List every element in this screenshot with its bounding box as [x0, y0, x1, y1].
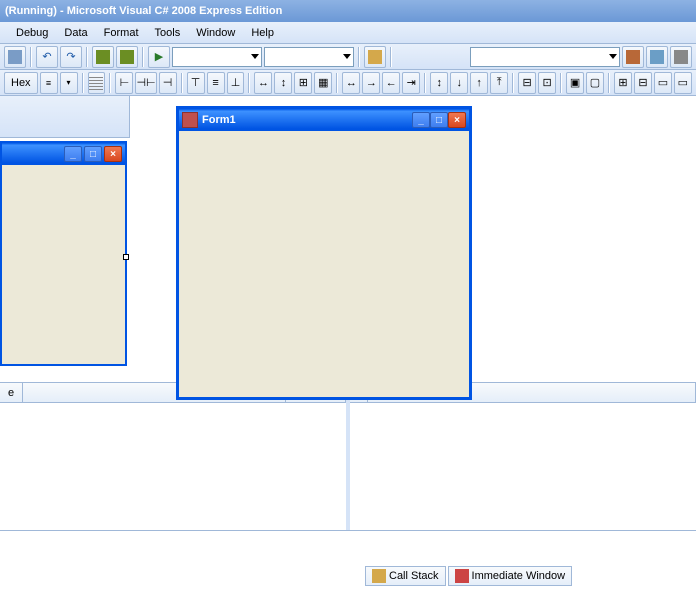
tab-call-stack[interactable]: Call Stack — [365, 566, 446, 586]
menu-format[interactable]: Format — [96, 25, 147, 41]
tab-immediate[interactable]: Immediate Window — [448, 566, 573, 586]
form-titlebar[interactable]: Form1 _ □ × — [179, 109, 469, 131]
comment-icon[interactable] — [92, 46, 114, 68]
center-v-icon[interactable]: ⊡ — [538, 72, 556, 94]
size-grid-icon[interactable]: ▦ — [314, 72, 332, 94]
status-area — [0, 530, 696, 590]
designer-form-window[interactable]: _ □ × — [0, 141, 127, 366]
maximize-icon[interactable]: □ — [84, 146, 102, 162]
layout-icon[interactable]: ▭ — [654, 72, 672, 94]
menu-data[interactable]: Data — [56, 25, 95, 41]
separator — [424, 73, 426, 93]
separator — [512, 73, 514, 93]
form-maximize-icon[interactable]: □ — [430, 112, 448, 128]
hspace-inc-icon[interactable]: → — [362, 72, 380, 94]
tab-order-icon[interactable]: ⊞ — [614, 72, 632, 94]
form-minimize-icon[interactable]: _ — [412, 112, 430, 128]
align-bottom-icon[interactable]: ⊥ — [227, 72, 245, 94]
watch-panel: Name — [350, 383, 696, 530]
toolbox-icon[interactable] — [670, 46, 692, 68]
separator — [248, 73, 250, 93]
separator — [560, 73, 562, 93]
separator — [608, 73, 610, 93]
designer-titlebar[interactable]: _ □ × — [2, 143, 125, 165]
separator — [30, 47, 32, 67]
locals-body[interactable] — [0, 403, 346, 530]
bring-front-icon[interactable]: ▣ — [566, 72, 584, 94]
col-e[interactable]: e — [0, 383, 23, 402]
resize-handle-right[interactable] — [123, 254, 129, 260]
same-size-icon[interactable]: ⊞ — [294, 72, 312, 94]
center-h-icon[interactable]: ⊟ — [518, 72, 536, 94]
undo-icon[interactable]: ↶ — [36, 46, 58, 68]
window-icon[interactable] — [646, 46, 668, 68]
list-icon[interactable]: ≡ — [40, 72, 58, 94]
align-center-icon[interactable]: ⊣⊢ — [135, 72, 156, 94]
menu-bar: Debug Data Format Tools Window Help — [0, 22, 696, 44]
same-height-icon[interactable]: ↕ — [274, 72, 292, 94]
bottom-panels: e Type Name — [0, 382, 696, 530]
form-icon — [182, 112, 198, 128]
menu-debug[interactable]: Debug — [8, 25, 56, 41]
locals-panel: e Type — [0, 383, 350, 530]
align-right-icon[interactable]: ⊣ — [159, 72, 177, 94]
separator — [82, 73, 84, 93]
same-width-icon[interactable]: ↔ — [254, 72, 272, 94]
immediate-icon — [455, 569, 469, 583]
save-icon[interactable] — [4, 46, 26, 68]
separator — [336, 73, 338, 93]
running-form-window[interactable]: Form1 _ □ × — [176, 106, 472, 400]
title-bar: (Running) - Microsoft Visual C# 2008 Exp… — [0, 0, 696, 22]
separator — [181, 73, 183, 93]
layout2-icon[interactable]: ▭ — [674, 72, 692, 94]
align-middle-icon[interactable]: ≡ — [207, 72, 225, 94]
dropdown-icon[interactable]: ▾ — [60, 72, 78, 94]
search-combo[interactable] — [470, 47, 620, 67]
hspace-equal-icon[interactable]: ↔ — [342, 72, 360, 94]
vspace-dec-icon[interactable]: ↑ — [470, 72, 488, 94]
toolbar-main: ↶ ↷ ▶ — [0, 44, 696, 70]
separator — [142, 47, 144, 67]
merge-icon[interactable]: ⊟ — [634, 72, 652, 94]
minimize-icon[interactable]: _ — [64, 146, 82, 162]
watch-body[interactable] — [350, 403, 696, 530]
menu-window[interactable]: Window — [188, 25, 243, 41]
tab-strip: Call Stack Immediate Window — [365, 566, 572, 586]
align-left-icon[interactable]: ⊢ — [115, 72, 133, 94]
separator — [109, 73, 111, 93]
app-title: (Running) - Microsoft Visual C# 2008 Exp… — [5, 5, 282, 17]
menu-tools[interactable]: Tools — [147, 25, 189, 41]
separator — [390, 47, 392, 67]
separator — [358, 47, 360, 67]
close-icon[interactable]: × — [104, 146, 122, 162]
play-icon[interactable]: ▶ — [148, 46, 170, 68]
vspace-rem-icon[interactable]: ⤒ — [490, 72, 508, 94]
separator — [86, 47, 88, 67]
send-back-icon[interactable]: ▢ — [586, 72, 604, 94]
hspace-dec-icon[interactable]: ← — [382, 72, 400, 94]
hspace-rem-icon[interactable]: ⇥ — [402, 72, 420, 94]
platform-combo[interactable] — [264, 47, 354, 67]
menu-help[interactable]: Help — [243, 25, 282, 41]
call-stack-icon — [372, 569, 386, 583]
vspace-equal-icon[interactable]: ↕ — [430, 72, 448, 94]
tab-call-stack-label: Call Stack — [389, 570, 439, 582]
redo-icon[interactable]: ↷ — [60, 46, 82, 68]
toolbar-layout: Hex ≡ ▾ ⊢ ⊣⊢ ⊣ ⊤ ≡ ⊥ ↔ ↕ ⊞ ▦ ↔ → ← ⇥ ↕ ↓… — [0, 70, 696, 96]
vspace-inc-icon[interactable]: ↓ — [450, 72, 468, 94]
align-grid-icon[interactable] — [88, 72, 106, 94]
form-title: Form1 — [202, 114, 412, 126]
form-close-icon[interactable]: × — [448, 112, 466, 128]
options-icon[interactable] — [622, 46, 644, 68]
align-top-icon[interactable]: ⊤ — [187, 72, 205, 94]
hex-button[interactable]: Hex — [4, 72, 38, 94]
find-icon[interactable] — [364, 46, 386, 68]
uncomment-icon[interactable] — [116, 46, 138, 68]
tab-immediate-label: Immediate Window — [472, 570, 566, 582]
config-combo[interactable] — [172, 47, 262, 67]
